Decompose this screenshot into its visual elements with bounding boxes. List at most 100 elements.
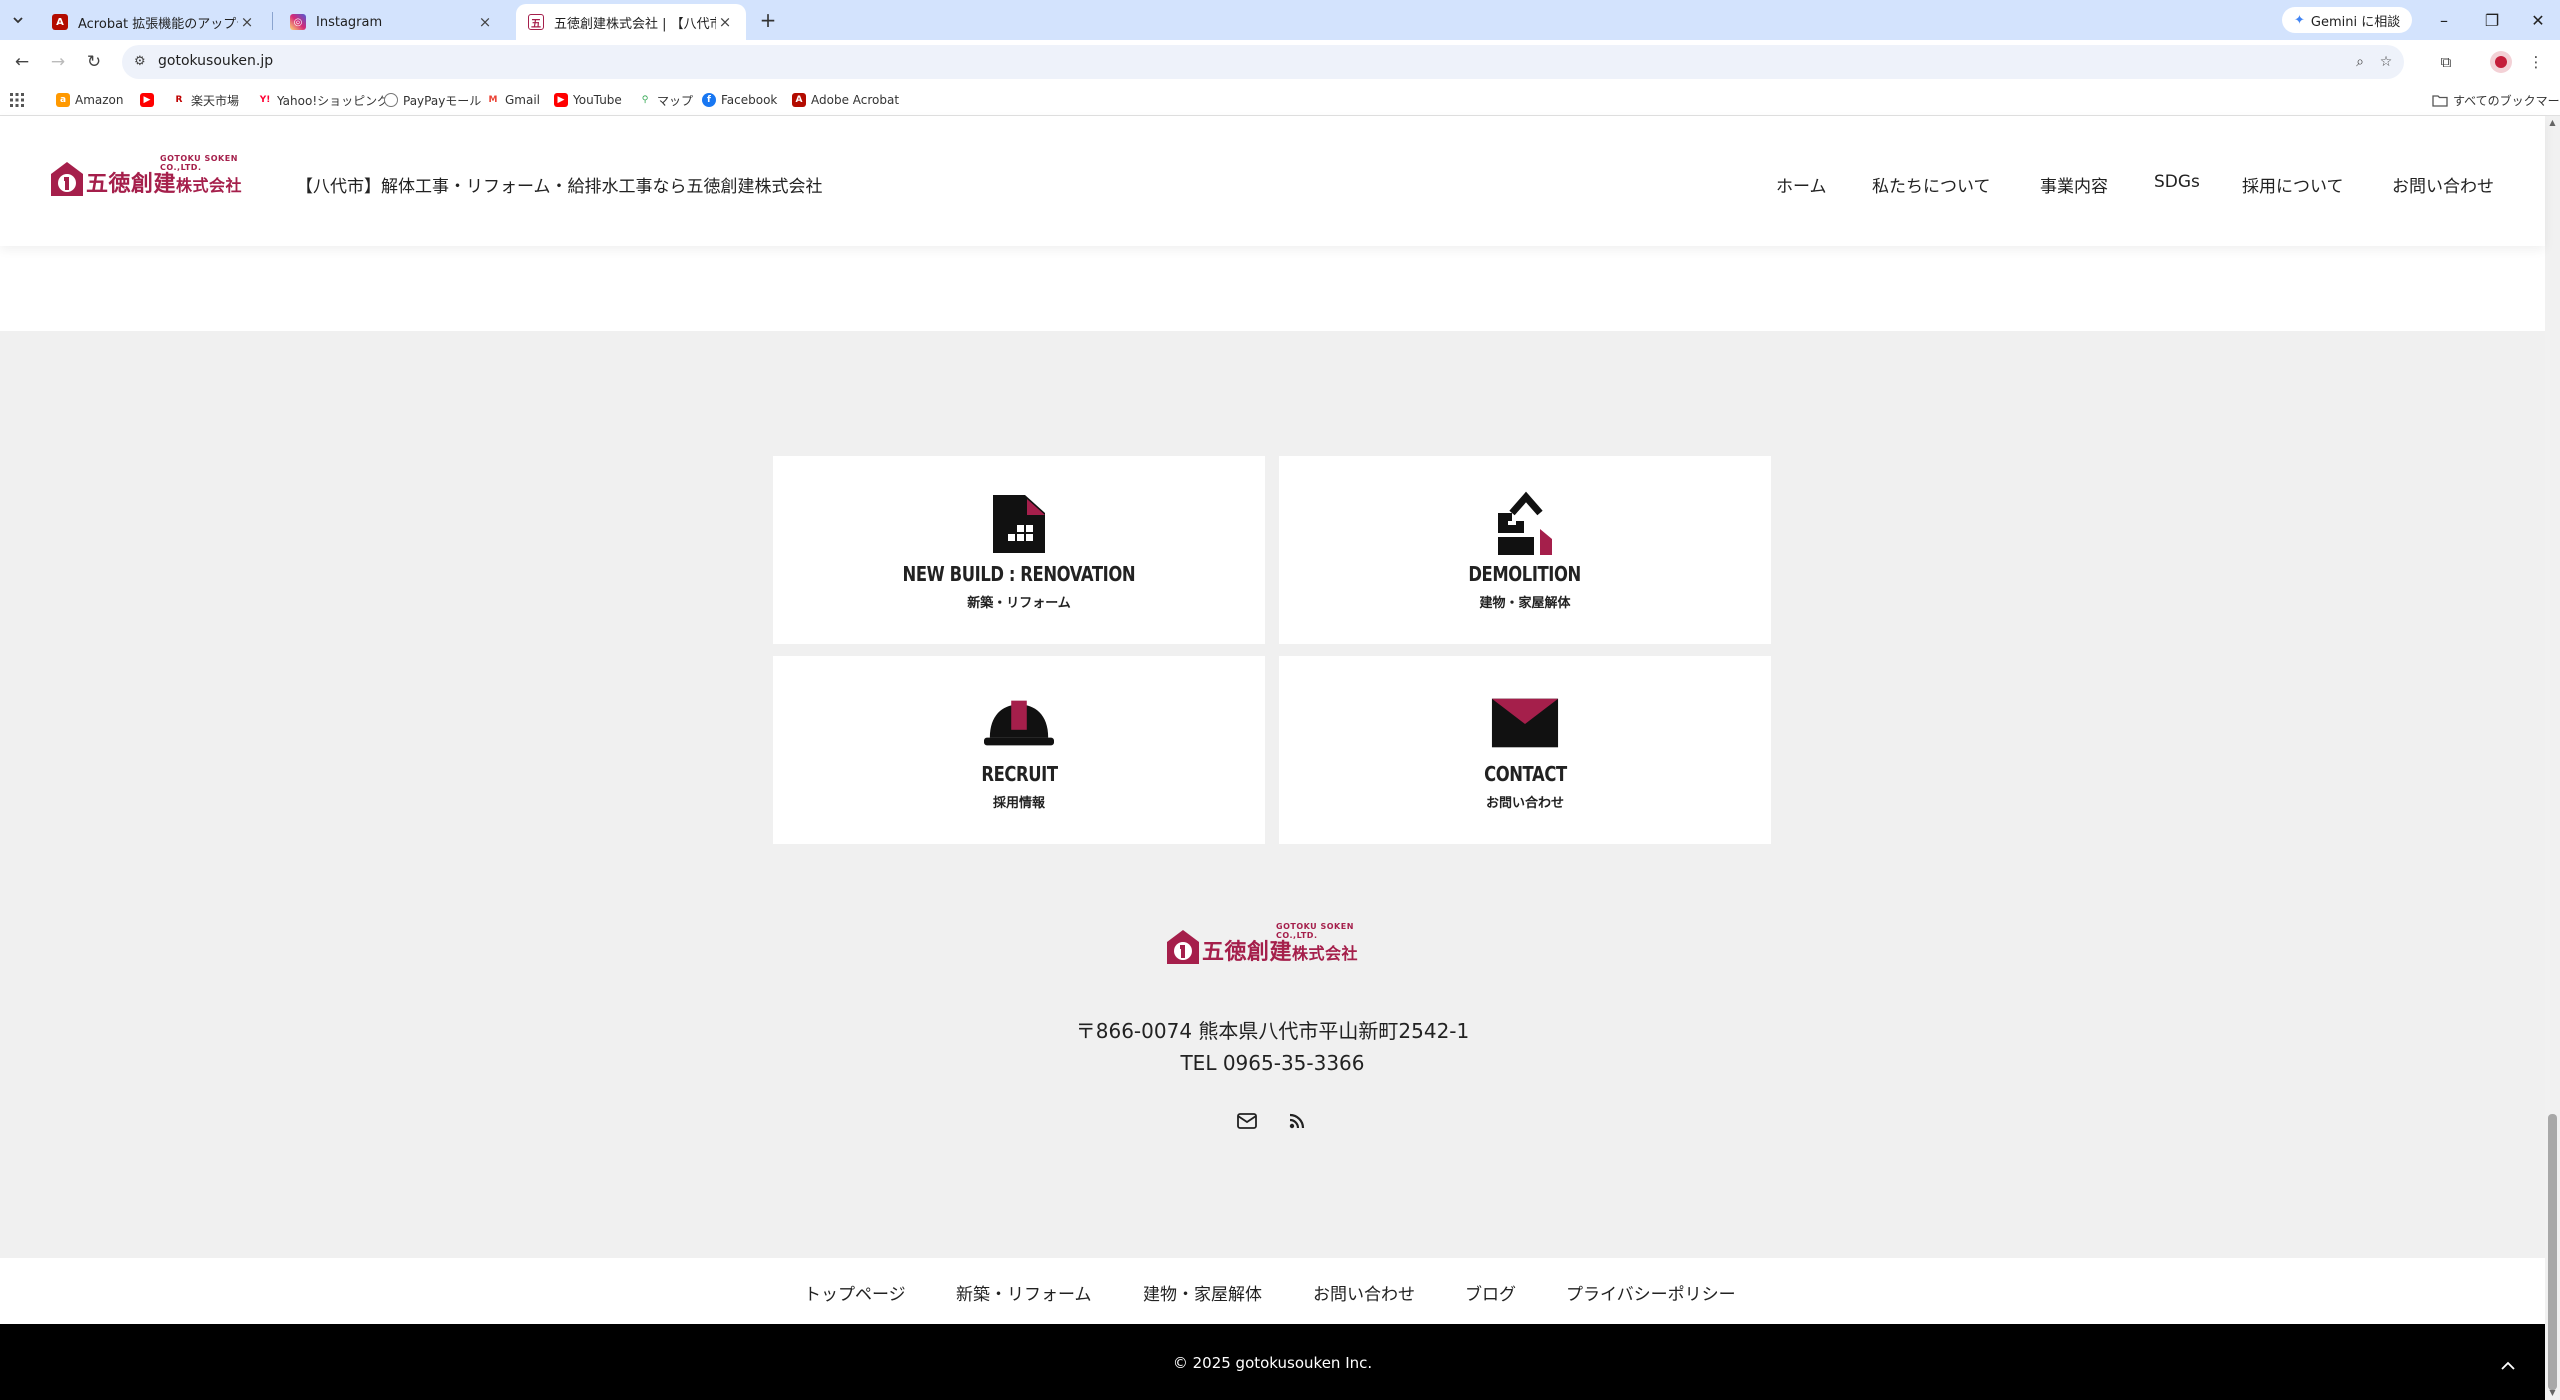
bookmark-label: マップ <box>657 93 694 108</box>
reload-button[interactable]: ↻ <box>82 50 106 74</box>
rss-icon[interactable] <box>1285 1110 1309 1132</box>
gmail-icon: M <box>486 93 500 107</box>
apps-icon[interactable] <box>10 91 24 109</box>
gemini-label: Gemini に相談 <box>2310 14 2401 30</box>
bookmark-facebook[interactable]: f Facebook <box>702 91 777 109</box>
copyright-text: © 2025 gotokusouken Inc. <box>1172 1354 1373 1372</box>
footer-link-privacy[interactable]: プライバシーポリシー <box>1566 1280 1736 1305</box>
footer-link-contact[interactable]: お問い合わせ <box>1313 1280 1415 1305</box>
bookmark-paypay[interactable]: PayPayモール <box>384 91 481 109</box>
helmet-icon <box>984 690 1054 756</box>
nav-recruit[interactable]: 採用について <box>2242 172 2344 197</box>
amazon-icon: a <box>56 93 70 107</box>
chevron-down-icon <box>13 17 23 24</box>
close-icon[interactable]: × <box>716 13 734 31</box>
folder-icon <box>2432 94 2448 107</box>
bookmark-gmail[interactable]: M Gmail <box>486 91 540 109</box>
bookmark-acrobat[interactable]: A Adobe Acrobat <box>792 91 899 109</box>
scroll-thumb[interactable] <box>2548 1114 2557 1390</box>
tab-acrobat[interactable]: A Acrobat 拡張機能のアップデート × <box>40 4 268 40</box>
card-title-en: RECRUIT <box>980 761 1058 786</box>
page-top-button[interactable] <box>2496 1356 2520 1376</box>
gemini-button[interactable]: ✦ Gemini に相談 <box>2282 7 2413 33</box>
logo-english: GOTOKU SOKEN CO.,LTD. <box>1276 922 1354 940</box>
back-button[interactable]: ← <box>10 50 34 74</box>
bookmark-yahoo[interactable]: Y! Yahoo!ショッピング <box>258 91 389 109</box>
page-scrollbar[interactable]: ▲ ▼ <box>2545 116 2560 1400</box>
window-close-button[interactable]: ✕ <box>2524 8 2552 32</box>
restore-button[interactable]: ❐ <box>2478 8 2506 32</box>
logo-mark-icon <box>48 160 86 198</box>
globe-icon <box>384 93 398 107</box>
close-icon[interactable]: × <box>476 13 494 31</box>
tab-title: 五徳創建株式会社 | 【八代市】解 <box>554 16 716 32</box>
tab-gotoku[interactable]: 五 五徳創建株式会社 | 【八代市】解 × <box>516 4 746 40</box>
site-tagline: 【八代市】解体工事・リフォーム・給排水工事なら五徳創建株式会社 <box>296 177 823 197</box>
footer-link-blog[interactable]: ブログ <box>1465 1280 1516 1305</box>
zoom-icon[interactable]: ⌕ <box>2350 52 2370 72</box>
minimize-button[interactable]: – <box>2430 8 2458 32</box>
rakuten-icon: R <box>172 93 186 107</box>
yahoo-icon: Y! <box>258 93 272 107</box>
facebook-icon: f <box>702 93 716 107</box>
extensions-icon[interactable]: ⧉ <box>2434 50 2458 74</box>
building-icon <box>984 490 1054 556</box>
footer-nav: トップページ 新築・リフォーム 建物・家屋解体 お問い合わせ ブログ プライバシ… <box>0 1258 2545 1324</box>
youtube-icon: ▶ <box>554 93 568 107</box>
card-title-en: CONTACT <box>1483 761 1567 786</box>
gotoku-icon: 五 <box>528 14 544 30</box>
bookmark-youtube[interactable]: ▶ YouTube <box>554 91 622 109</box>
profile-avatar[interactable] <box>2490 51 2512 73</box>
bookmark-maps[interactable]: ⚲ マップ <box>638 91 693 109</box>
acrobat-icon: A <box>52 14 68 30</box>
instagram-icon: ◎ <box>290 14 306 30</box>
card-demolition[interactable]: DEMOLITION 建物・家屋解体 <box>1279 456 1771 644</box>
card-title-jp: お問い合わせ <box>1485 795 1564 811</box>
envelope-icon <box>1490 690 1560 756</box>
bookmark-label: Adobe Acrobat <box>811 93 900 107</box>
nav-sdgs[interactable]: SDGs <box>2154 172 2200 192</box>
site-logo[interactable]: 五徳創建株式会社 GOTOKU SOKEN CO.,LTD. <box>48 154 242 198</box>
card-new-build[interactable]: NEW BUILD : RENOVATION 新築・リフォーム <box>773 456 1265 644</box>
bookmark-star-icon[interactable]: ☆ <box>2376 52 2396 72</box>
footer-logo[interactable]: 五徳創建株式会社 GOTOKU SOKEN CO.,LTD. <box>1164 922 1358 966</box>
company-tel: TEL 0965-35-3366 <box>1180 1051 1365 1075</box>
mail-icon[interactable] <box>1235 1110 1259 1132</box>
footer-link-demolition[interactable]: 建物・家屋解体 <box>1143 1280 1262 1305</box>
bookmark-label: PayPayモール <box>403 93 482 108</box>
company-address: 〒866-0074 熊本県八代市平山新町2542-1 <box>1075 1019 1470 1043</box>
card-contact[interactable]: CONTACT お問い合わせ <box>1279 656 1771 844</box>
bookmark-label: Amazon <box>75 93 124 107</box>
bookmark-youtube-shortcut[interactable]: ▶ <box>140 91 154 109</box>
tab-search-button[interactable] <box>6 8 30 32</box>
bookmark-label: Yahoo!ショッピング <box>277 93 390 108</box>
maps-icon: ⚲ <box>638 93 652 107</box>
address-bar[interactable]: ⚙ gotokusouken.jp ⌕ ☆ <box>122 45 2404 79</box>
all-bookmarks[interactable]: すべてのブックマーク <box>2432 91 2560 109</box>
footer-link-top[interactable]: トップページ <box>804 1280 906 1305</box>
bookmark-label: Facebook <box>721 93 778 107</box>
menu-icon[interactable]: ⋮ <box>2524 50 2548 74</box>
scroll-down-arrow[interactable]: ▼ <box>2548 1388 2557 1398</box>
card-recruit[interactable]: RECRUIT 採用情報 <box>773 656 1265 844</box>
site-info-icon[interactable]: ⚙ <box>134 54 146 69</box>
tab-instagram[interactable]: ◎ Instagram × <box>278 4 506 40</box>
sparkle-icon: ✦ <box>2294 12 2305 28</box>
nav-about[interactable]: 私たちについて <box>1872 172 1991 197</box>
nav-contact[interactable]: お問い合わせ <box>2392 172 2494 197</box>
all-bookmarks-label: すべてのブックマーク <box>2453 93 2560 108</box>
bookmark-label: Gmail <box>505 93 541 107</box>
bookmark-rakuten[interactable]: R 楽天市場 <box>172 91 239 109</box>
nav-business[interactable]: 事業内容 <box>2040 172 2108 197</box>
demolition-icon <box>1490 490 1560 556</box>
forward-button[interactable]: → <box>46 50 70 74</box>
close-icon[interactable]: × <box>238 13 256 31</box>
scroll-up-arrow[interactable]: ▲ <box>2548 118 2557 128</box>
site-header: 五徳創建株式会社 GOTOKU SOKEN CO.,LTD. 【八代市】解体工事… <box>0 116 2545 246</box>
bookmark-amazon[interactable]: a Amazon <box>56 91 124 109</box>
nav-home[interactable]: ホーム <box>1776 172 1827 197</box>
logo-mark-icon <box>1164 928 1202 966</box>
new-tab-button[interactable]: + <box>756 8 780 32</box>
footer-link-new-build[interactable]: 新築・リフォーム <box>956 1280 1092 1305</box>
copyright-bar: © 2025 gotokusouken Inc. <box>0 1324 2545 1400</box>
